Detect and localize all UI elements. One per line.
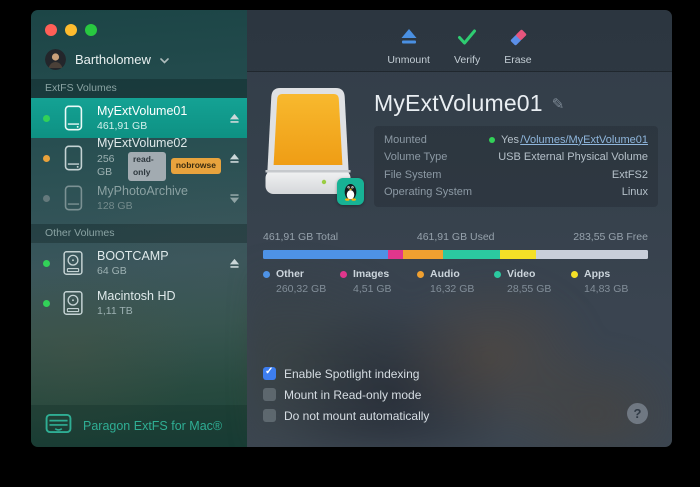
- mounted-status-dot: [489, 137, 495, 143]
- read-only-badge: read-only: [128, 152, 166, 181]
- internal-drive-icon: [59, 288, 89, 318]
- minimize-button[interactable]: [65, 24, 77, 36]
- sidebar-item-bootcamp[interactable]: BOOTCAMP 64 GB: [31, 243, 247, 283]
- status-dot: [43, 195, 50, 202]
- check-icon: [456, 28, 478, 51]
- account-menu[interactable]: Bartholomew: [31, 36, 247, 70]
- chevron-down-icon: [160, 51, 169, 69]
- volume-artwork: [262, 86, 358, 207]
- legend-dot: [571, 271, 578, 278]
- legend-dot: [340, 271, 347, 278]
- external-drive-icon: [59, 183, 89, 213]
- volume-title: MyExtVolume01: [374, 90, 543, 117]
- sidebar-item-myextvolume02[interactable]: MyExtVolume02 256 GB read-only nobrowse: [31, 138, 247, 178]
- status-dot: [43, 155, 50, 162]
- legend-apps: Apps 14,83 GB: [571, 268, 648, 295]
- help-button[interactable]: ?: [627, 403, 648, 424]
- legend-audio: Audio 16,32 GB: [417, 268, 494, 295]
- rename-pencil-icon[interactable]: ✎: [552, 95, 565, 113]
- eject-button[interactable]: [221, 153, 247, 164]
- sidebar-item-myphotoarchive[interactable]: MyPhotoArchive 128 GB: [31, 178, 247, 218]
- mount-options: Enable Spotlight indexing Mount in Read-…: [263, 363, 429, 426]
- option-read-only-mode[interactable]: Mount in Read-only mode: [263, 384, 429, 405]
- volume-size: 64 GB: [97, 265, 127, 278]
- section-header-other-volumes: Other Volumes: [31, 224, 247, 243]
- toolbar: Unmount Verify Erase: [247, 10, 672, 72]
- free-label: 283,55 GB Free: [573, 231, 648, 243]
- checkbox[interactable]: [263, 367, 276, 380]
- volume-size: 1,11 TB: [97, 305, 133, 318]
- usage-bar: [263, 250, 648, 259]
- erase-button[interactable]: Erase: [504, 28, 531, 66]
- volume-size: 128 GB: [97, 200, 133, 213]
- volume-size: 461,91 GB: [97, 120, 147, 133]
- legend-video: Video 28,55 GB: [494, 268, 571, 295]
- volume-name: MyPhotoArchive: [97, 184, 221, 199]
- usage-section: 461,91 GB Total 461,91 GB Used 283,55 GB…: [247, 231, 672, 295]
- close-button[interactable]: [45, 24, 57, 36]
- verify-button[interactable]: Verify: [454, 28, 480, 66]
- status-dot: [43, 115, 50, 122]
- app-brand: Paragon ExtFS for Mac®: [31, 405, 247, 447]
- mount-button[interactable]: [221, 193, 247, 204]
- option-no-auto-mount[interactable]: Do not mount automatically: [263, 405, 429, 426]
- segment-other: [263, 250, 388, 259]
- info-row-operating-system: Operating System Linux: [384, 184, 648, 202]
- zoom-button[interactable]: [85, 24, 97, 36]
- detail-content: MyExtVolume01 ✎ Mounted Yes /Volumes/MyE…: [247, 72, 672, 447]
- avatar: [45, 49, 66, 70]
- unmount-button[interactable]: Unmount: [387, 28, 430, 66]
- nobrowse-badge: nobrowse: [171, 158, 221, 174]
- option-spotlight-indexing[interactable]: Enable Spotlight indexing: [263, 363, 429, 384]
- info-row-file-system: File System ExtFS2: [384, 166, 648, 184]
- volume-name: BOOTCAMP: [97, 249, 221, 264]
- segment-audio: [403, 250, 443, 259]
- sidebar-item-macintosh-hd[interactable]: Macintosh HD 1,11 TB: [31, 283, 247, 323]
- checkbox[interactable]: [263, 388, 276, 401]
- mount-path-link[interactable]: /Volumes/MyExtVolume01: [520, 134, 648, 146]
- legend-images: Images 4,51 GB: [340, 268, 417, 295]
- volume-size: 256 GB: [97, 153, 123, 179]
- eject-button[interactable]: [221, 113, 247, 124]
- usage-legend: Other 260,32 GB Images 4,51 GB Audio 16,…: [263, 268, 648, 295]
- segment-apps: [500, 250, 535, 259]
- external-drive-icon: [59, 103, 89, 133]
- volume-info-panel: Mounted Yes /Volumes/MyExtVolume01 Volum…: [374, 126, 658, 207]
- status-dot: [43, 260, 50, 267]
- sidebar-item-myextvolume01[interactable]: MyExtVolume01 461,91 GB: [31, 98, 247, 138]
- extfs-volume-list: MyExtVolume01 461,91 GB MyExtVolume02 25…: [31, 98, 247, 218]
- total-label: 461,91 GB Total: [263, 231, 338, 243]
- legend-dot: [417, 271, 424, 278]
- segment-video: [443, 250, 500, 259]
- legend-dot: [494, 271, 501, 278]
- eject-icon: [399, 28, 419, 51]
- user-name: Bartholomew: [75, 52, 151, 67]
- eject-button[interactable]: [221, 258, 247, 269]
- checkbox[interactable]: [263, 409, 276, 422]
- main-panel: Unmount Verify Erase: [247, 10, 672, 447]
- legend-dot: [263, 271, 270, 278]
- internal-drive-icon: [59, 248, 89, 278]
- paragon-drive-icon: [45, 413, 72, 439]
- segment-images: [388, 250, 403, 259]
- external-drive-icon: [59, 143, 89, 173]
- volume-name: MyExtVolume02: [97, 136, 221, 151]
- other-volume-list: BOOTCAMP 64 GB Macintosh HD 1,11 TB: [31, 243, 247, 323]
- volume-name: Macintosh HD: [97, 289, 221, 304]
- app-window: Bartholomew ExtFS Volumes MyExtVolume01 …: [31, 10, 672, 447]
- info-row-volume-type: Volume Type USB External Physical Volume: [384, 149, 648, 167]
- section-header-extfs-volumes: ExtFS Volumes: [31, 79, 247, 98]
- window-controls: [31, 10, 247, 36]
- volume-name: MyExtVolume01: [97, 104, 221, 119]
- used-label: 461,91 GB Used: [417, 231, 495, 243]
- sidebar: Bartholomew ExtFS Volumes MyExtVolume01 …: [31, 10, 247, 447]
- segment-free: [536, 250, 648, 259]
- info-row-mounted: Mounted Yes /Volumes/MyExtVolume01: [384, 131, 648, 149]
- brand-label: Paragon ExtFS for Mac®: [83, 419, 222, 433]
- status-dot: [43, 300, 50, 307]
- linux-tux-badge: [337, 178, 364, 205]
- eraser-icon: [508, 28, 528, 51]
- legend-other: Other 260,32 GB: [263, 268, 340, 295]
